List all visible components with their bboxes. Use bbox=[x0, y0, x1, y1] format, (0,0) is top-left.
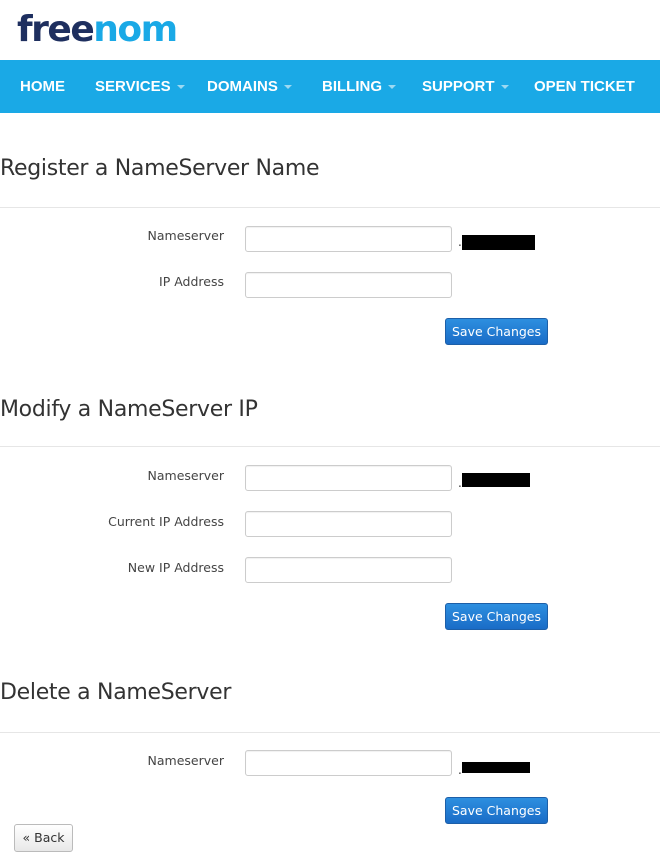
nav-open-ticket-label: OPEN TICKET bbox=[534, 78, 635, 95]
register-ip-input[interactable] bbox=[245, 272, 452, 298]
nav-support-label: SUPPORT bbox=[422, 78, 495, 95]
nav-services[interactable]: SERVICES bbox=[95, 60, 185, 113]
nav-open-ticket[interactable]: OPEN TICKET bbox=[534, 60, 635, 113]
chevron-down-icon bbox=[388, 85, 396, 90]
modify-save-button[interactable]: Save Changes bbox=[445, 603, 548, 630]
redacted-domain bbox=[462, 473, 530, 487]
chevron-down-icon bbox=[283, 85, 292, 90]
nav-domains[interactable]: DOMAINS bbox=[207, 60, 292, 113]
nav-domains-label: DOMAINS bbox=[207, 78, 278, 95]
main-navbar: HOME SERVICES DOMAINS BILLING SUPPORT OP… bbox=[0, 60, 660, 113]
nav-home[interactable]: HOME bbox=[20, 60, 65, 113]
nav-services-label: SERVICES bbox=[95, 78, 171, 95]
nav-billing-label: BILLING bbox=[322, 78, 382, 95]
divider bbox=[0, 207, 660, 208]
modify-nameserver-label: Nameserver bbox=[147, 468, 224, 483]
modify-nameserver-input[interactable] bbox=[245, 465, 452, 491]
logo-text-nom: nom bbox=[93, 9, 178, 50]
delete-nameserver-input[interactable] bbox=[245, 750, 452, 776]
delete-section-title: Delete a NameServer bbox=[0, 680, 232, 705]
nav-home-label: HOME bbox=[20, 78, 65, 95]
chevron-down-icon bbox=[176, 85, 185, 90]
delete-nameserver-label: Nameserver bbox=[147, 753, 224, 768]
delete-save-button[interactable]: Save Changes bbox=[445, 797, 548, 824]
chevron-down-icon bbox=[500, 85, 509, 90]
logo-text-free: free bbox=[17, 9, 95, 50]
freenom-logo[interactable]: freenom bbox=[17, 6, 178, 54]
modify-section-title: Modify a NameServer IP bbox=[0, 397, 258, 422]
redacted-domain bbox=[462, 762, 530, 773]
divider bbox=[0, 446, 660, 447]
register-nameserver-input[interactable] bbox=[245, 226, 452, 252]
register-ip-label: IP Address bbox=[159, 274, 224, 289]
modify-new-ip-label: New IP Address bbox=[127, 560, 224, 575]
nav-billing[interactable]: BILLING bbox=[322, 60, 396, 113]
register-save-button[interactable]: Save Changes bbox=[445, 318, 548, 345]
modify-current-ip-input[interactable] bbox=[245, 511, 452, 537]
register-section-title: Register a NameServer Name bbox=[0, 156, 320, 181]
modify-current-ip-label: Current IP Address bbox=[108, 514, 224, 529]
modify-new-ip-input[interactable] bbox=[245, 557, 452, 583]
register-nameserver-label: Nameserver bbox=[147, 228, 224, 243]
redacted-domain bbox=[462, 235, 535, 250]
divider bbox=[0, 732, 660, 733]
back-button[interactable]: « Back bbox=[14, 824, 73, 852]
nav-support[interactable]: SUPPORT bbox=[422, 60, 509, 113]
